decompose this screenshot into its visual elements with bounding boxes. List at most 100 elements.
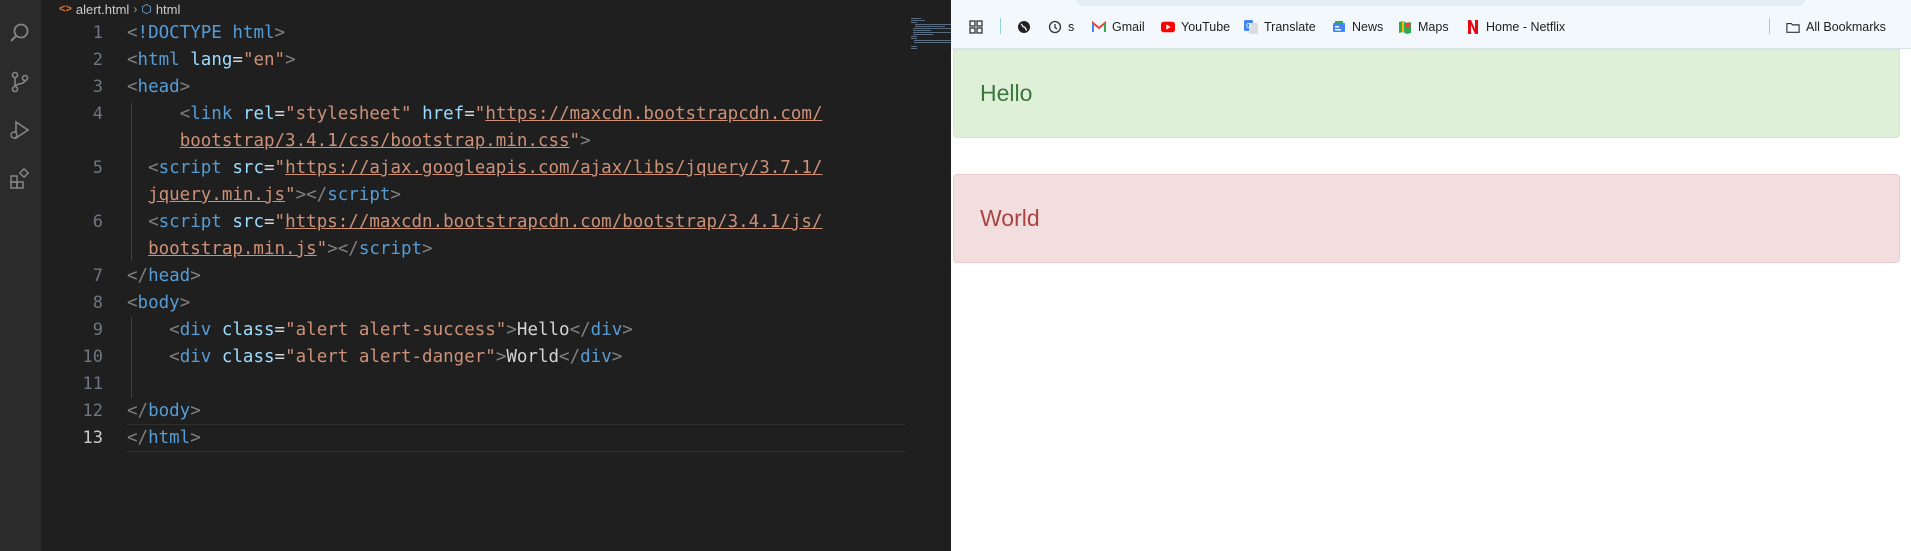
line-number: 3 (92, 77, 103, 97)
code-token: bootstrap/3.4.1/css/bootstrap.min.css (179, 131, 570, 151)
line-number: 12 (82, 401, 103, 421)
browser-window: s Gmail YouTube G Translate News Maps Ho… (951, 0, 1911, 551)
source-control-icon[interactable] (5, 67, 35, 97)
code-token: " (285, 185, 296, 205)
minimap-line (911, 36, 917, 37)
code-token: bootstrap.min.js (148, 239, 317, 259)
code-line[interactable]: </head> (127, 263, 201, 290)
maps-icon (1398, 20, 1412, 34)
code-token: " (274, 212, 286, 232)
bookmark-news[interactable]: News (1332, 18, 1383, 36)
bookmark-globe[interactable] (1017, 18, 1031, 36)
code-token: " (274, 158, 286, 178)
code-token: script (158, 212, 222, 232)
code-line[interactable]: <body> (127, 290, 190, 317)
code-editor[interactable]: <> alert.html › ⬡ html 1 2 3 4 5 6 7 8 9 10 11 12 13… (41, 0, 992, 551)
bookmark-label: Translate (1264, 20, 1316, 34)
code-token: > (495, 347, 507, 367)
bookmark-youtube[interactable]: YouTube (1161, 18, 1230, 36)
code-token: src (232, 158, 264, 178)
code-token: > (179, 77, 191, 97)
code-token: script (158, 158, 222, 178)
code-line[interactable]: </body> (127, 398, 201, 425)
code-token: "en" (242, 50, 286, 70)
code-token: < (127, 77, 138, 97)
code-line[interactable]: <script src="https://maxcdn.bootstrapcdn… (127, 209, 822, 236)
code-token: div (580, 347, 612, 367)
code-token: ></ (327, 239, 359, 259)
code-line[interactable]: <link rel="stylesheet" href="https://max… (127, 101, 823, 128)
run-debug-icon[interactable] (5, 115, 35, 145)
code-line[interactable]: <div class="alert alert-danger">World</d… (127, 344, 622, 371)
code-line[interactable]: <!DOCTYPE html> (127, 20, 285, 47)
minimap-line (911, 38, 917, 39)
code-line[interactable]: bootstrap/3.4.1/css/bootstrap.min.css"> (127, 128, 591, 155)
bookmark-label: All Bookmarks (1806, 20, 1886, 34)
code-line[interactable]: </html> (127, 425, 201, 452)
code-token: " (474, 104, 486, 124)
alert-danger: World (953, 174, 1900, 263)
code-token: < (169, 320, 180, 340)
code-token: > (179, 293, 191, 313)
code-token: jquery.min.js (148, 185, 286, 205)
code-token: html (148, 428, 191, 448)
breadcrumb-element[interactable]: html (156, 2, 181, 17)
code-token: head (148, 266, 191, 286)
code-token: https://ajax.googleapis.com/ajax/libs/jq… (285, 158, 823, 178)
bookmark-gmail[interactable]: Gmail (1092, 18, 1145, 36)
code-token: < (148, 158, 159, 178)
current-line-highlight (127, 424, 905, 452)
code-token: > (580, 131, 591, 151)
minimap-line (915, 26, 945, 27)
code-token: = (274, 347, 286, 367)
code-token: body (137, 293, 180, 313)
code-token: = (232, 50, 243, 70)
code-token: </ (559, 347, 581, 367)
bookmarks-bar: s Gmail YouTube G Translate News Maps Ho… (951, 0, 1911, 49)
bookmark-all-bookmarks[interactable]: All Bookmarks (1786, 18, 1886, 36)
minimap-line (911, 22, 917, 23)
code-token: = (264, 212, 275, 232)
code-token: class (221, 347, 275, 367)
code-token: > (274, 23, 286, 43)
bookmark-separator (1769, 18, 1770, 34)
code-token: script (358, 239, 423, 259)
code-token: = (464, 104, 475, 124)
code-token: src (232, 212, 264, 232)
rendered-page: Hello World (951, 49, 1911, 551)
code-token: </ (127, 428, 149, 448)
line-number: 2 (92, 50, 103, 70)
chevron-right-icon: › (133, 2, 138, 16)
breadcrumb-file[interactable]: alert.html (76, 2, 129, 17)
bookmark-maps[interactable]: Maps (1398, 18, 1449, 36)
code-token: > (611, 347, 623, 367)
indent-guide (131, 317, 132, 398)
bookmark-netflix[interactable]: Home - Netflix (1466, 18, 1565, 36)
svg-text:G: G (1246, 22, 1251, 30)
search-icon[interactable] (5, 18, 35, 48)
minimap-line (911, 20, 925, 21)
code-line[interactable]: <script src="https://ajax.googleapis.com… (127, 155, 822, 182)
minimap-line (913, 30, 931, 31)
code-token: div (590, 320, 623, 340)
globe-icon (1017, 20, 1031, 34)
extensions-icon[interactable] (5, 164, 35, 194)
code-token: = (274, 104, 286, 124)
code-line[interactable]: <html lang="en"> (127, 47, 296, 74)
code-line[interactable]: bootstrap.min.js"></script> (127, 236, 433, 263)
bookmark-history[interactable]: s (1048, 18, 1074, 36)
address-bar[interactable] (1076, 0, 1806, 6)
code-token: = (264, 158, 275, 178)
code-line[interactable]: <div class="alert alert-success">Hello</… (127, 317, 633, 344)
bookmark-translate[interactable]: G Translate (1244, 18, 1316, 36)
minimap-line (913, 34, 933, 35)
bookmark-apps[interactable] (969, 18, 983, 36)
code-line[interactable]: jquery.min.js"></script> (127, 182, 401, 209)
line-number: 1 (92, 23, 103, 43)
code-line[interactable]: <head> (127, 74, 190, 101)
